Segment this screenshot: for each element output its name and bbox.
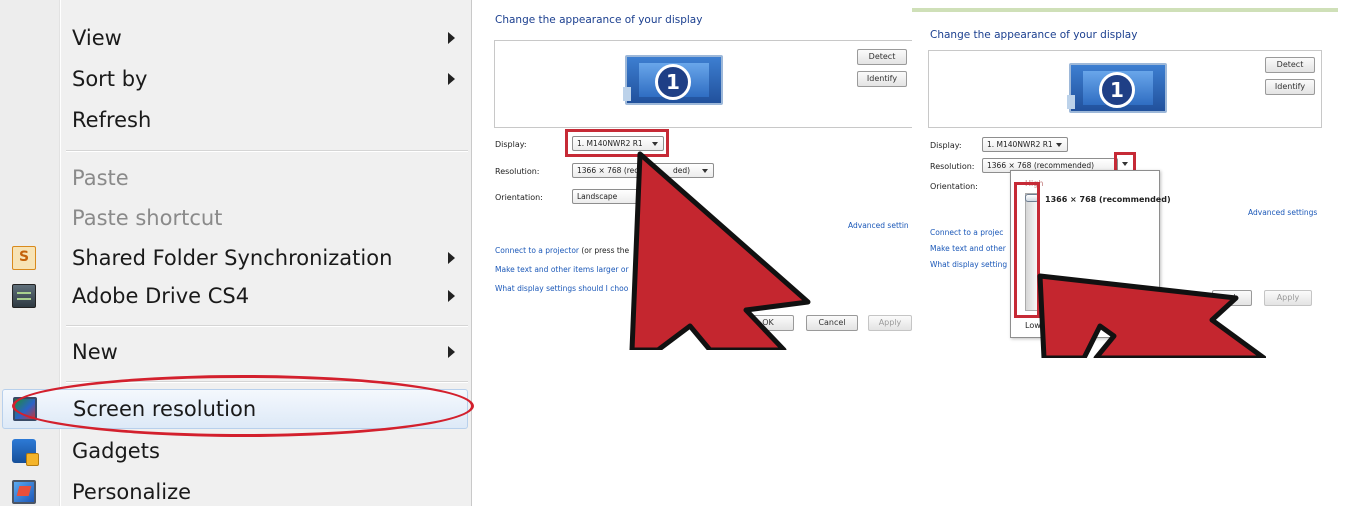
- menu-separator: [66, 381, 468, 383]
- monitor-stand: [1067, 95, 1075, 109]
- menu-item-label: New: [72, 340, 118, 364]
- display-select-value: 1. M140NWR2 R1: [577, 139, 643, 148]
- display-settings-help-link[interactable]: What display settings should I choo: [495, 284, 628, 293]
- detect-button[interactable]: Detect: [857, 49, 907, 65]
- menu-item-label: Refresh: [72, 108, 152, 132]
- screen-resolution-panel-step2: Change the appearance of your display 1 …: [912, 0, 1338, 358]
- submenu-arrow-icon: [448, 346, 455, 358]
- panel-top-bar: [912, 8, 1338, 12]
- display-select-value: 1. M140NWR2 R1: [987, 140, 1053, 149]
- display-label: Display:: [930, 141, 962, 150]
- monitor-preview-area: 1 Detect Identify: [494, 40, 914, 128]
- orientation-select-value: Landscape: [577, 192, 618, 201]
- larger-text-link[interactable]: Make text and other items larger or: [495, 265, 629, 274]
- menu-item-label: Paste shortcut: [72, 206, 223, 230]
- menu-item-personalize[interactable]: Personalize: [0, 472, 470, 506]
- resolution-select-value-tail: ded): [673, 166, 691, 175]
- menu-item-paste-shortcut: Paste shortcut: [0, 198, 470, 238]
- menu-item-refresh[interactable]: Refresh: [0, 100, 470, 140]
- resolution-select-value: 1366 × 768 (rec: [577, 166, 639, 175]
- menu-item-screen-resolution[interactable]: Screen resolution: [2, 389, 468, 429]
- personalize-icon: [12, 480, 36, 504]
- dropdown-arrow-icon: [652, 142, 658, 146]
- menu-item-adobe-drive-cs4[interactable]: Adobe Drive CS4: [0, 276, 470, 316]
- monitor-1-icon[interactable]: 1: [623, 55, 723, 105]
- submenu-arrow-icon: [448, 32, 455, 44]
- gadgets-icon: [12, 439, 39, 466]
- screen-resolution-panel-step1: Change the appearance of your display 1 …: [486, 0, 914, 350]
- link-rest-text: (or press the: [579, 246, 630, 255]
- display-label: Display:: [495, 140, 527, 149]
- desktop-context-menu: View Sort by Refresh Paste Paste shortcu…: [0, 0, 472, 506]
- monitor-number-badge: 1: [655, 64, 691, 100]
- panel-title: Change the appearance of your display: [495, 14, 703, 26]
- resolution-select[interactable]: 1366 × 768 (rec ded): [572, 163, 714, 178]
- orientation-label: Orientation:: [495, 193, 543, 202]
- display-select[interactable]: 1. M140NWR2 R1: [572, 136, 664, 151]
- screen-resolution-icon: [13, 397, 37, 421]
- menu-item-sort-by[interactable]: Sort by: [0, 59, 470, 99]
- apply-button: Apply: [1264, 290, 1312, 306]
- ok-button[interactable]: OK: [742, 315, 794, 331]
- menu-item-label: Paste: [72, 166, 129, 190]
- menu-item-label: Gadgets: [72, 439, 160, 463]
- menu-separator: [66, 325, 468, 327]
- shared-folder-sync-icon: S: [12, 246, 36, 270]
- dropdown-arrow-icon: [1056, 143, 1062, 147]
- menu-item-paste: Paste: [0, 158, 470, 198]
- menu-item-label: Adobe Drive CS4: [72, 284, 250, 308]
- connect-projector-link[interactable]: Connect to a projec: [930, 228, 1003, 237]
- menu-item-new[interactable]: New: [0, 332, 470, 372]
- menu-item-label: View: [72, 26, 122, 50]
- menu-item-label: Sort by: [72, 67, 148, 91]
- menu-separator: [66, 150, 468, 152]
- display-select[interactable]: 1. M140NWR2 R1: [982, 137, 1068, 152]
- connect-projector-link[interactable]: Connect to a projector (or press the: [495, 246, 629, 255]
- orientation-label: Orientation:: [930, 182, 978, 191]
- monitor-stand: [623, 87, 631, 101]
- menu-item-shared-folder-synchronization[interactable]: S Shared Folder Synchronization: [0, 238, 470, 278]
- detect-button[interactable]: Detect: [1265, 57, 1315, 73]
- resolution-label: Resolution:: [495, 167, 540, 176]
- cancel-button[interactable]: el: [1212, 290, 1252, 306]
- menu-item-label: Personalize: [72, 480, 192, 504]
- menu-item-label: Screen resolution: [73, 397, 257, 421]
- slider-partial-label: 00 ×: [1043, 305, 1063, 314]
- menu-item-view[interactable]: View: [0, 18, 470, 58]
- link-text: Connect to a projector: [495, 246, 579, 255]
- identify-button[interactable]: Identify: [1265, 79, 1315, 95]
- orientation-select[interactable]: Landscape: [572, 189, 652, 204]
- dropdown-arrow-icon: [702, 169, 708, 173]
- monitor-preview-area: 1 Detect Identify: [928, 50, 1322, 128]
- larger-text-link[interactable]: Make text and other: [930, 244, 1006, 253]
- submenu-arrow-icon: [448, 73, 455, 85]
- menu-item-label: Shared Folder Synchronization: [72, 246, 393, 270]
- slider-high-label: High: [1025, 179, 1044, 188]
- slider-low-label: Low: [1025, 321, 1041, 330]
- monitor-number-badge: 1: [1099, 72, 1135, 108]
- advanced-settings-link[interactable]: Advanced settin: [848, 221, 909, 230]
- slider-value-label: 1366 × 768 (recommended): [1045, 195, 1171, 204]
- menu-item-gadgets[interactable]: Gadgets: [0, 431, 470, 471]
- monitor-1-icon[interactable]: 1: [1067, 63, 1167, 113]
- submenu-arrow-icon: [448, 252, 455, 264]
- dropdown-arrow-icon: [1122, 162, 1128, 166]
- resolution-slider-popup: High 1366 × 768 (recommended) 00 × Low: [1010, 170, 1171, 338]
- display-settings-help-link[interactable]: What display setting: [930, 260, 1007, 269]
- identify-button[interactable]: Identify: [857, 71, 907, 87]
- resolution-slider-thumb[interactable]: [1025, 194, 1039, 202]
- panel-title: Change the appearance of your display: [930, 29, 1138, 41]
- resolution-select-value: 1366 × 768 (recommended): [987, 161, 1095, 170]
- resolution-slider-track[interactable]: [1025, 193, 1039, 311]
- advanced-settings-link[interactable]: Advanced settings: [1248, 208, 1317, 217]
- adobe-drive-icon: [12, 284, 36, 308]
- submenu-arrow-icon: [448, 290, 455, 302]
- resolution-label: Resolution:: [930, 162, 975, 171]
- apply-button: Apply: [868, 315, 912, 331]
- cancel-button[interactable]: Cancel: [806, 315, 858, 331]
